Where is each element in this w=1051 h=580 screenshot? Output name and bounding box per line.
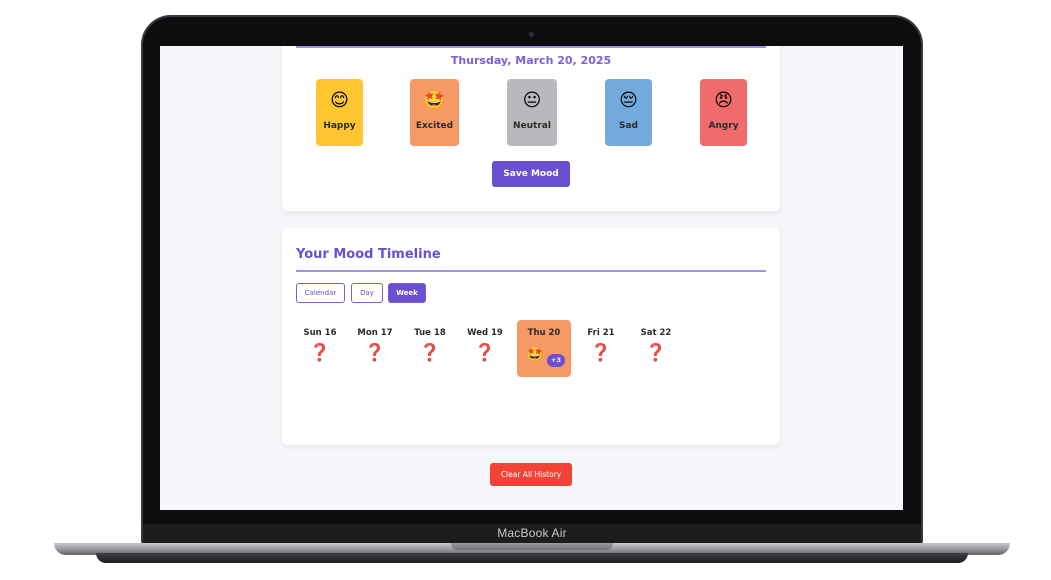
day-sat-22[interactable]: Sat 22 ❓ <box>629 320 683 377</box>
day-mon-17[interactable]: Mon 17 ❓ <box>348 320 402 377</box>
view-calendar-button[interactable]: Calendar <box>296 283 345 303</box>
sad-face-icon: 😔 <box>619 90 638 111</box>
day-fri-21[interactable]: Fri 21 ❓ <box>574 320 628 377</box>
day-label: Wed 19 <box>467 328 503 338</box>
question-mark-icon: ❓ <box>590 343 612 363</box>
day-label: Fri 21 <box>587 328 615 338</box>
question-mark-icon: ❓ <box>309 343 331 363</box>
mood-label: Happy <box>323 121 356 131</box>
day-tue-18[interactable]: Tue 18 ❓ <box>403 320 457 377</box>
day-sun-16[interactable]: Sun 16 ❓ <box>293 320 347 377</box>
mood-label: Excited <box>415 121 454 131</box>
mood-option-excited[interactable]: 🤩 Excited <box>410 79 459 146</box>
question-mark-icon: ❓ <box>419 343 441 363</box>
mood-label: Neutral <box>513 121 551 131</box>
section-divider <box>296 270 766 272</box>
mood-entry-card: Thursday, March 20, 2025 😊 Happy 🤩 Excit… <box>282 46 780 211</box>
neutral-face-icon: 😐 <box>522 90 542 111</box>
mood-label: Sad <box>619 121 638 131</box>
star-eyes-face-icon: 🤩 <box>423 90 446 111</box>
extra-entries-badge: +3 <box>547 354 565 367</box>
day-label: Mon 17 <box>357 328 393 338</box>
clear-history-button[interactable]: Clear All History <box>490 463 572 486</box>
section-divider <box>296 46 766 48</box>
laptop-base-shadow <box>96 553 968 563</box>
mood-option-happy[interactable]: 😊 Happy <box>316 79 363 146</box>
view-week-button[interactable]: Week <box>388 283 426 303</box>
selected-date: Thursday, March 20, 2025 <box>450 54 612 67</box>
question-mark-icon: ❓ <box>474 343 496 363</box>
laptop-mockup: Thursday, March 20, 2025 😊 Happy 🤩 Excit… <box>0 0 1051 580</box>
day-label: Tue 18 <box>414 328 446 338</box>
view-day-button[interactable]: Day <box>351 283 383 303</box>
mood-option-angry[interactable]: 😠 Angry <box>700 79 747 146</box>
day-label: Thu 20 <box>527 328 561 338</box>
mood-option-neutral[interactable]: 😐 Neutral <box>507 79 557 146</box>
mood-timeline-card: Your Mood Timeline Calendar Day Week Sun… <box>282 228 780 445</box>
save-mood-button[interactable]: Save Mood <box>492 161 570 187</box>
happy-face-icon: 😊 <box>330 90 349 111</box>
question-mark-icon: ❓ <box>645 343 667 363</box>
mood-option-sad[interactable]: 😔 Sad <box>605 79 652 146</box>
day-label: Sun 16 <box>303 328 337 338</box>
angry-face-icon: 😠 <box>714 90 733 111</box>
day-wed-19[interactable]: Wed 19 ❓ <box>458 320 512 377</box>
day-label: Sat 22 <box>640 328 672 338</box>
device-brand-label: MacBook Air <box>497 526 567 540</box>
question-mark-icon: ❓ <box>364 343 386 363</box>
laptop-opening-notch <box>451 543 613 550</box>
screen: Thursday, March 20, 2025 😊 Happy 🤩 Excit… <box>160 46 903 510</box>
day-thu-20[interactable]: Thu 20 🤩 +3 <box>517 320 571 377</box>
star-eyes-face-icon: 🤩 <box>526 347 544 363</box>
mood-label: Angry <box>708 121 739 131</box>
timeline-title: Your Mood Timeline <box>296 247 441 262</box>
camera-icon <box>529 32 534 37</box>
